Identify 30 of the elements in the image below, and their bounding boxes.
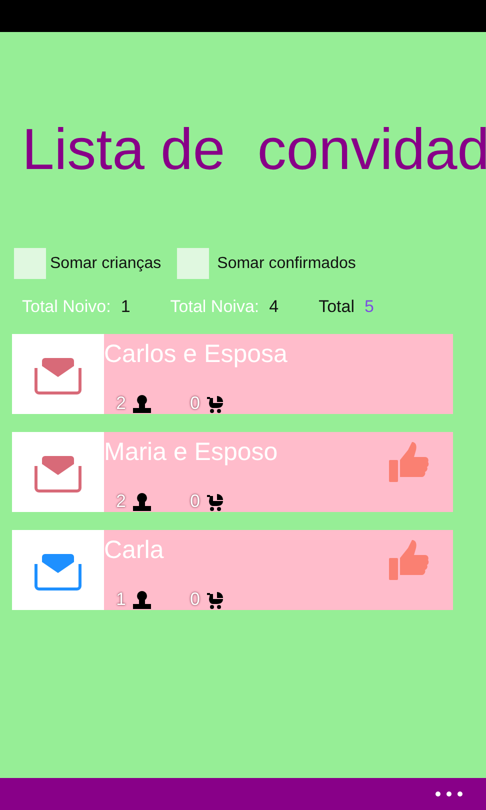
total-value: 5 — [364, 297, 374, 317]
child-count: 0 — [190, 393, 200, 414]
total-label: Total Noivo: — [22, 297, 111, 317]
total-label: Total Noiva: — [170, 297, 260, 317]
checkbox-label: Somar crianças — [50, 254, 162, 272]
guest-name: Carla — [104, 535, 165, 565]
person-icon — [132, 590, 152, 610]
checkbox-label: Somar confirmados — [217, 254, 356, 272]
checkbox[interactable] — [177, 248, 210, 279]
envelope-tile[interactable] — [12, 530, 104, 610]
adult-count: 1 — [116, 589, 126, 610]
adult-count: 2 — [116, 393, 126, 414]
child-count: 0 — [190, 589, 200, 610]
more-icon[interactable] — [434, 790, 464, 798]
guest-name: Carlos e Esposa — [104, 339, 288, 369]
guest-card[interactable]: Carlos e Esposa 2 0 — [12, 334, 453, 414]
adult-count: 2 — [116, 491, 126, 512]
guest-card[interactable]: Maria e Esposo 2 0 — [12, 432, 453, 512]
envelope-tile[interactable] — [12, 432, 104, 512]
person-icon — [132, 492, 152, 512]
envelope-tile[interactable] — [12, 334, 104, 414]
total-value: 4 — [269, 297, 279, 317]
checkbox[interactable] — [14, 248, 46, 279]
person-icon — [132, 394, 152, 414]
guest-name: Maria e Esposo — [104, 437, 278, 467]
total-label: Total — [318, 297, 355, 317]
child-count: 0 — [190, 491, 200, 512]
total-value: 1 — [120, 297, 130, 317]
guest-card[interactable]: Carla 1 0 — [12, 530, 453, 610]
page-title: Lista de convidad — [22, 116, 486, 184]
